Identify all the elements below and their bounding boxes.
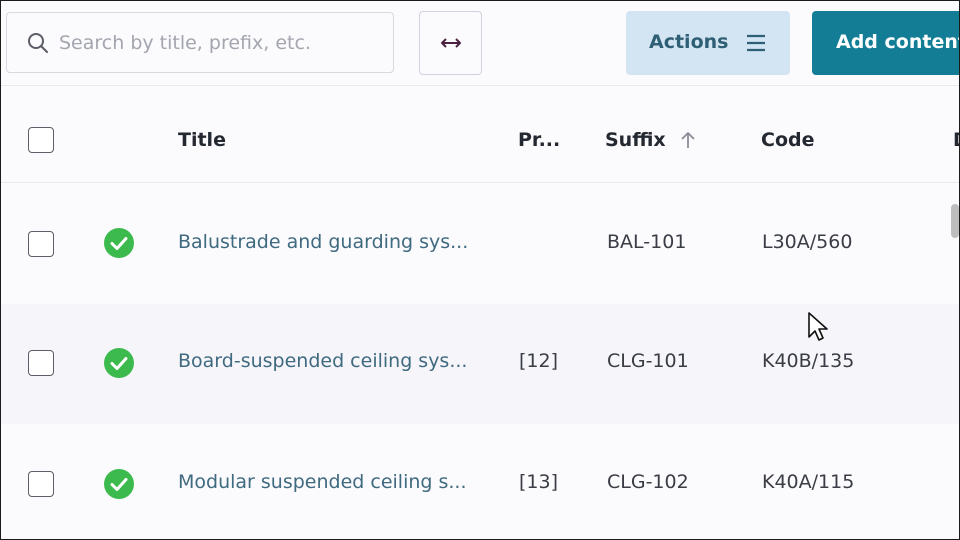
add-content-button-label: Add content	[836, 31, 960, 53]
content-list-page: Actions Add content Title Pr... Suffix C…	[0, 0, 960, 540]
row-suffix: CLG-102	[607, 471, 689, 493]
select-all-checkbox[interactable]	[28, 127, 54, 153]
add-content-button[interactable]: Add content	[812, 11, 960, 75]
mouse-pointer-icon	[808, 312, 828, 341]
row-checkbox[interactable]	[28, 350, 54, 376]
sort-ascending-icon[interactable]	[679, 130, 697, 150]
toolbar-divider	[1, 85, 959, 86]
search-box[interactable]	[6, 12, 394, 73]
column-header-code[interactable]: Code	[761, 129, 814, 151]
check-circle-icon	[104, 348, 134, 378]
row-title-link[interactable]: Modular suspended ceiling s...	[178, 471, 478, 493]
check-circle-icon	[104, 469, 134, 499]
row-checkbox[interactable]	[28, 231, 54, 257]
actions-button[interactable]: Actions	[626, 11, 790, 75]
row-title-link[interactable]: Balustrade and guarding sys...	[178, 231, 478, 253]
hamburger-menu-icon	[747, 34, 765, 52]
row-prefix: [12]	[519, 350, 559, 372]
column-header-suffix[interactable]: Suffix	[605, 129, 666, 151]
resize-columns-button[interactable]	[419, 11, 482, 75]
row-code: K40A/115	[762, 471, 855, 493]
vertical-scrollbar[interactable]	[951, 204, 959, 238]
row-code: L30A/560	[762, 231, 853, 253]
search-input[interactable]	[59, 27, 379, 59]
row-prefix: [13]	[519, 471, 559, 493]
column-header-title[interactable]: Title	[178, 129, 226, 151]
column-header-prefix[interactable]: Pr...	[518, 129, 560, 151]
row-title-link[interactable]: Board-suspended ceiling sys...	[178, 350, 478, 372]
column-header-description[interactable]: D	[953, 129, 959, 151]
table-row[interactable]: Balustrade and guarding sys... BAL-101 L…	[1, 183, 959, 303]
check-circle-icon	[104, 228, 134, 258]
actions-button-label: Actions	[649, 31, 729, 53]
table-row[interactable]: Modular suspended ceiling s... [13] CLG-…	[1, 424, 959, 539]
row-suffix: CLG-101	[607, 350, 689, 372]
row-code: K40B/135	[762, 350, 855, 372]
row-suffix: BAL-101	[607, 231, 687, 253]
horizontal-resize-icon	[440, 38, 461, 48]
search-icon	[28, 33, 48, 53]
row-checkbox[interactable]	[28, 471, 54, 497]
